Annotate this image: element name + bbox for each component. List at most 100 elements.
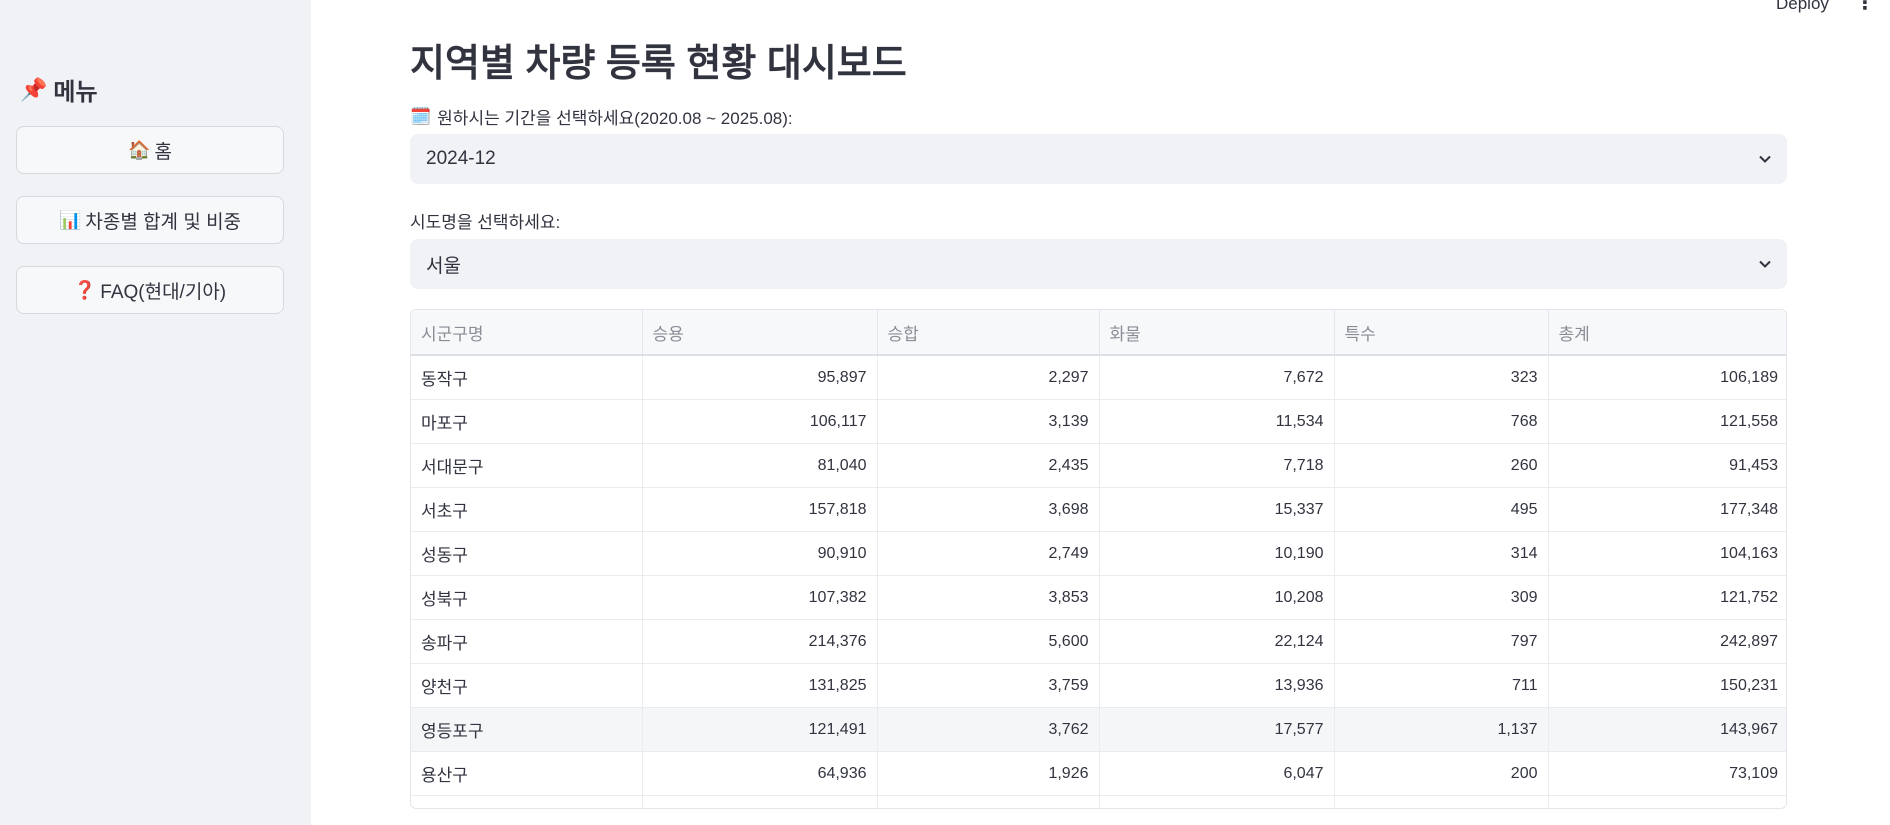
value-cell[interactable]: 106,117 <box>642 399 878 444</box>
value-cell[interactable]: 143,967 <box>1548 707 1786 752</box>
value-cell[interactable]: 90,910 <box>642 531 878 576</box>
value-cell[interactable]: 95,897 <box>642 355 878 400</box>
deploy-button[interactable]: Deploy <box>1776 0 1829 14</box>
city-label-text: 시도명을 선택하세요: <box>410 213 561 232</box>
value-cell[interactable]: 495 <box>1334 487 1549 532</box>
table-row[interactable]: 마포구 106,117 3,139 11,534 768 121,558 <box>411 399 1786 444</box>
value-cell[interactable]: 7,672 <box>1099 355 1335 400</box>
column-header[interactable]: 특수 <box>1334 310 1549 356</box>
value-cell[interactable]: 104,163 <box>1548 531 1786 576</box>
nav-faq-label: FAQ(현대/기아) <box>100 281 227 303</box>
district-cell[interactable]: 용산구 <box>411 751 643 796</box>
house-icon: 🏠 <box>128 139 151 160</box>
value-cell[interactable]: 323 <box>1334 355 1549 400</box>
data-table[interactable]: 시군구명 승용 승합 화물 특수 총계 동작구 95,897 2,297 7,672 3… <box>410 309 1787 809</box>
value-cell[interactable]: 10,190 <box>1099 531 1335 576</box>
value-cell[interactable]: 3,759 <box>877 663 1100 708</box>
column-header[interactable]: 시군구명 <box>411 310 643 356</box>
more-vert-icon[interactable]: ⋮ <box>1855 0 1875 15</box>
value-cell[interactable]: 121,491 <box>642 707 878 752</box>
period-select[interactable]: 2024-12 <box>410 134 1787 184</box>
value-cell[interactable]: 177,348 <box>1548 487 1786 532</box>
value-cell[interactable]: 260 <box>1334 443 1549 488</box>
empty-cell[interactable] <box>877 795 1100 808</box>
value-cell[interactable]: 17,577 <box>1099 707 1335 752</box>
value-cell[interactable]: 242,897 <box>1548 619 1786 664</box>
value-cell[interactable]: 3,762 <box>877 707 1100 752</box>
sidebar-title-label: 메뉴 <box>53 79 98 106</box>
city-select[interactable]: 서울 <box>410 239 1787 289</box>
table-row[interactable]: 성북구 107,382 3,853 10,208 309 121,752 <box>411 575 1786 620</box>
value-cell[interactable]: 768 <box>1334 399 1549 444</box>
value-cell[interactable]: 131,825 <box>642 663 878 708</box>
value-cell[interactable]: 200 <box>1334 751 1549 796</box>
district-cell[interactable]: 양천구 <box>411 663 643 708</box>
value-cell[interactable]: 3,139 <box>877 399 1100 444</box>
value-cell[interactable]: 1,137 <box>1334 707 1549 752</box>
value-cell[interactable]: 3,853 <box>877 575 1100 620</box>
district-cell[interactable]: 송파구 <box>411 619 643 664</box>
calendar-icon: 🗓️ <box>410 106 432 126</box>
value-cell[interactable]: 314 <box>1334 531 1549 576</box>
column-header[interactable]: 승합 <box>877 310 1100 356</box>
table-row[interactable]: 영등포구 121,491 3,762 17,577 1,137 143,967 <box>411 707 1786 752</box>
nav-home-label: 홈 <box>154 141 172 163</box>
column-header[interactable]: 총계 <box>1548 310 1786 356</box>
value-cell[interactable]: 13,936 <box>1099 663 1335 708</box>
table-row[interactable]: 송파구 214,376 5,600 22,124 797 242,897 <box>411 619 1786 664</box>
table-row[interactable] <box>411 795 1786 808</box>
value-cell[interactable]: 2,749 <box>877 531 1100 576</box>
district-cell[interactable]: 영등포구 <box>411 707 643 752</box>
value-cell[interactable]: 121,558 <box>1548 399 1786 444</box>
table-row[interactable]: 동작구 95,897 2,297 7,672 323 106,189 <box>411 355 1786 400</box>
value-cell[interactable]: 6,047 <box>1099 751 1335 796</box>
empty-cell[interactable] <box>642 795 878 808</box>
bar-chart-icon: 📊 <box>58 209 82 230</box>
table-row[interactable]: 양천구 131,825 3,759 13,936 711 150,231 <box>411 663 1786 708</box>
district-cell[interactable]: 서초구 <box>411 487 643 532</box>
district-cell[interactable]: 서대문구 <box>411 443 643 488</box>
table-row[interactable]: 서초구 157,818 3,698 15,337 495 177,348 <box>411 487 1786 532</box>
empty-cell[interactable] <box>1548 795 1786 808</box>
city-label: 시도명을 선택하세요: <box>410 208 560 233</box>
value-cell[interactable]: 11,534 <box>1099 399 1335 444</box>
value-cell[interactable]: 5,600 <box>877 619 1100 664</box>
value-cell[interactable]: 107,382 <box>642 575 878 620</box>
value-cell[interactable]: 1,926 <box>877 751 1100 796</box>
value-cell[interactable]: 150,231 <box>1548 663 1786 708</box>
district-cell[interactable]: 마포구 <box>411 399 643 444</box>
district-cell[interactable]: 성북구 <box>411 575 643 620</box>
nav-home-button[interactable]: 🏠 홈 <box>16 126 284 174</box>
table-row[interactable]: 성동구 90,910 2,749 10,190 314 104,163 <box>411 531 1786 576</box>
value-cell[interactable]: 15,337 <box>1099 487 1335 532</box>
value-cell[interactable]: 2,435 <box>877 443 1100 488</box>
district-cell[interactable]: 동작구 <box>411 355 643 400</box>
value-cell[interactable]: 64,936 <box>642 751 878 796</box>
empty-cell[interactable] <box>1334 795 1549 808</box>
value-cell[interactable]: 2,297 <box>877 355 1100 400</box>
value-cell[interactable]: 7,718 <box>1099 443 1335 488</box>
value-cell[interactable]: 3,698 <box>877 487 1100 532</box>
value-cell[interactable]: 309 <box>1334 575 1549 620</box>
value-cell[interactable]: 73,109 <box>1548 751 1786 796</box>
column-header[interactable]: 화물 <box>1099 310 1335 356</box>
empty-cell[interactable] <box>1099 795 1335 808</box>
column-header[interactable]: 승용 <box>642 310 878 356</box>
question-mark-icon: ❓ <box>73 279 97 300</box>
value-cell[interactable]: 106,189 <box>1548 355 1786 400</box>
value-cell[interactable]: 121,752 <box>1548 575 1786 620</box>
nav-vehicle-type-button[interactable]: 📊 차종별 합계 및 비중 <box>16 196 284 244</box>
table-row[interactable]: 용산구 64,936 1,926 6,047 200 73,109 <box>411 751 1786 796</box>
value-cell[interactable]: 10,208 <box>1099 575 1335 620</box>
value-cell[interactable]: 711 <box>1334 663 1549 708</box>
empty-cell[interactable] <box>411 795 643 808</box>
table-row[interactable]: 서대문구 81,040 2,435 7,718 260 91,453 <box>411 443 1786 488</box>
value-cell[interactable]: 214,376 <box>642 619 878 664</box>
nav-faq-button[interactable]: ❓ FAQ(현대/기아) <box>16 266 284 314</box>
value-cell[interactable]: 91,453 <box>1548 443 1786 488</box>
value-cell[interactable]: 22,124 <box>1099 619 1335 664</box>
value-cell[interactable]: 797 <box>1334 619 1549 664</box>
value-cell[interactable]: 157,818 <box>642 487 878 532</box>
value-cell[interactable]: 81,040 <box>642 443 878 488</box>
district-cell[interactable]: 성동구 <box>411 531 643 576</box>
